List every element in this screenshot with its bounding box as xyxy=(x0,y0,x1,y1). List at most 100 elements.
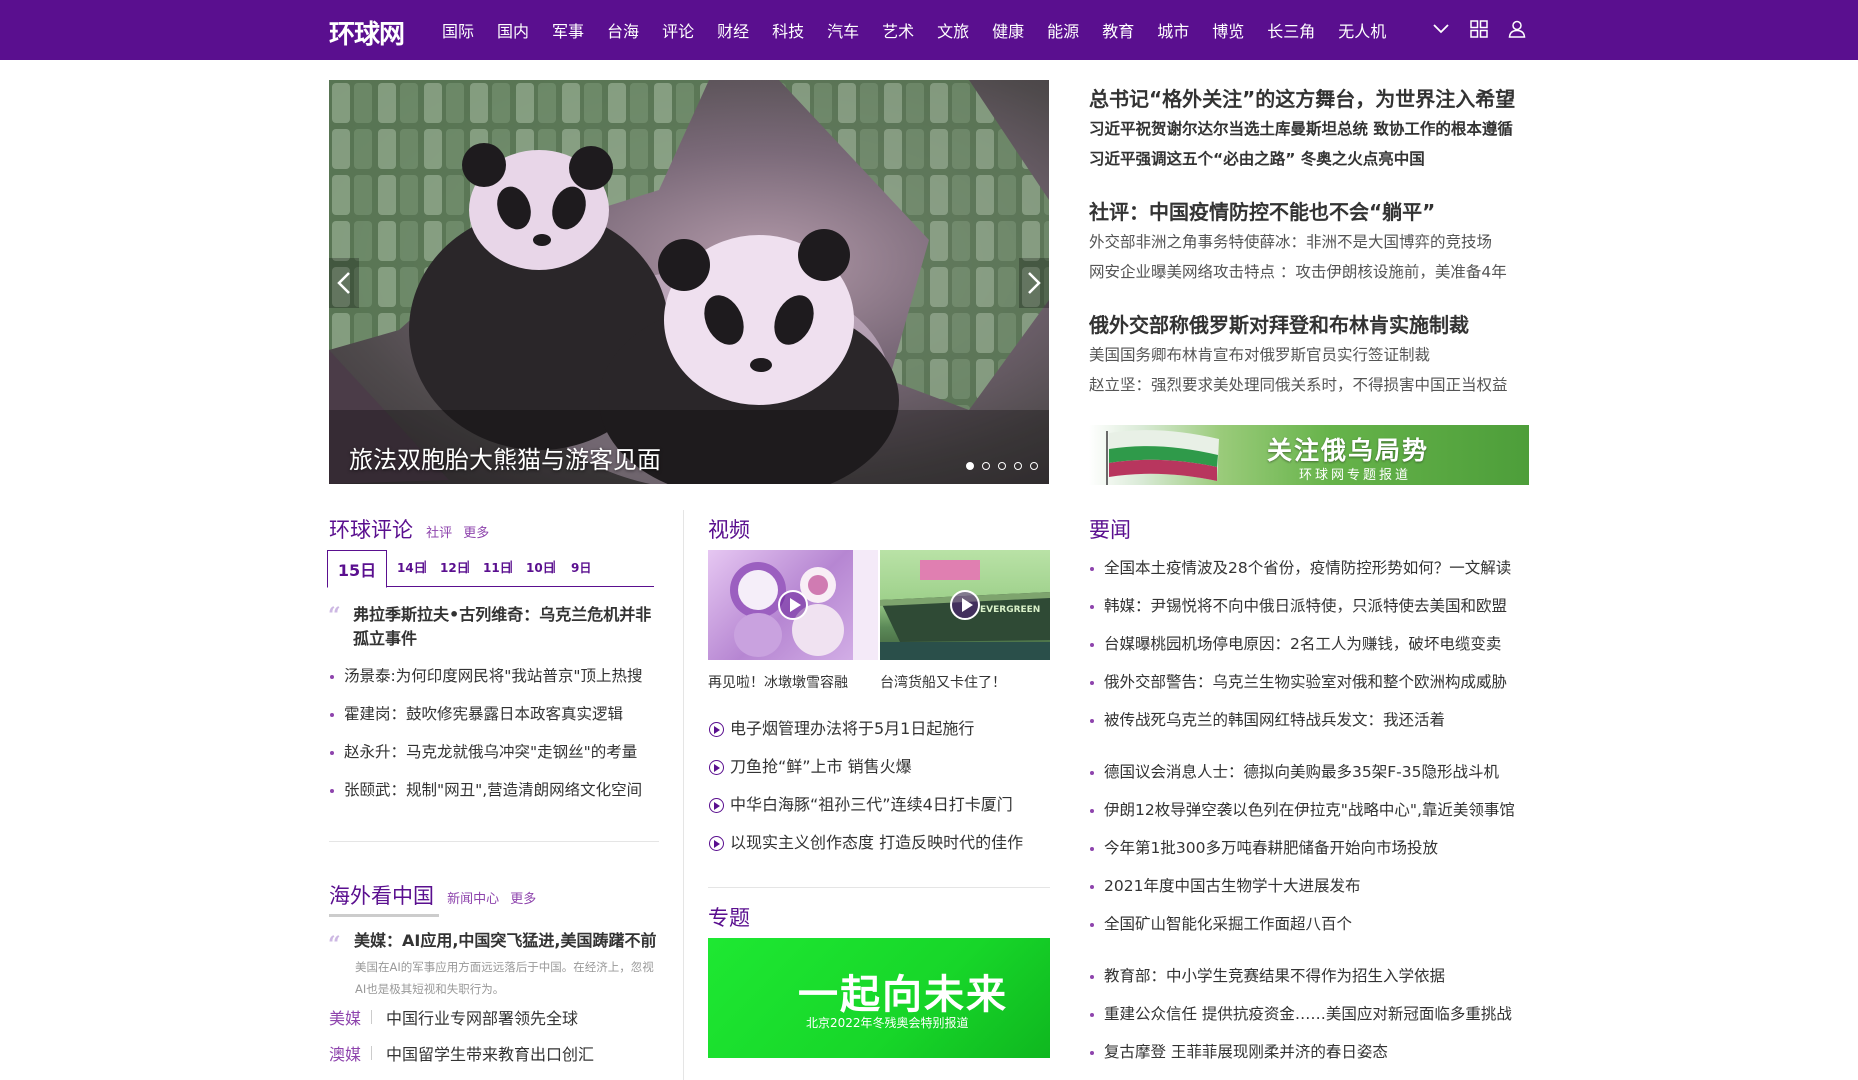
carousel-dot[interactable] xyxy=(982,462,990,470)
date-tab[interactable]: 14日 xyxy=(397,559,426,576)
headline-sub[interactable]: 习近平祝贺谢尔达尔当选土库曼斯坦总统 致协工作的根本遵循 xyxy=(1089,114,1529,144)
headline-group: 社评：中国疫情防控不能也不会“躺平” 外交部非洲之角事务特使薛冰：非洲不是大国博… xyxy=(1089,197,1529,287)
overseas-featured[interactable]: 美媒：AI应用,中国突飞猛进,美国踌躇不前 xyxy=(354,929,664,953)
list-item[interactable]: 台媒曝桃园机场停电原因：2名工人为赚钱，破坏电缆变卖 xyxy=(1089,625,1511,663)
carousel-caption[interactable]: 旅法双胞胎大熊猫与游客见面 xyxy=(349,440,661,475)
video-thumb[interactable]: EVERGREEN xyxy=(880,550,1050,660)
list-item[interactable]: 汤景泰:为何印度网民将"我站普京"顶上热搜 xyxy=(329,657,642,695)
nav-item-art[interactable]: 艺术 xyxy=(882,18,914,42)
nav-item-travel[interactable]: 文旅 xyxy=(937,18,969,42)
special-title[interactable]: 专题 xyxy=(708,906,750,930)
video-thumb[interactable] xyxy=(708,550,878,660)
overseas-row[interactable]: 澳媒 中国留学生带来教育出口创汇 xyxy=(329,1042,594,1064)
video-item-text: 刀鱼抢“鲜”上市 销售火爆 xyxy=(730,757,912,776)
nav-item-drone[interactable]: 无人机 xyxy=(1338,18,1386,42)
top-nav-bar: 环球网 国际 国内 军事 台海 评论 财经 科技 汽车 艺术 文旅 健康 能源 … xyxy=(0,0,1858,60)
headline-main[interactable]: 俄外交部称俄罗斯对拜登和布林肯实施制裁 xyxy=(1089,310,1529,340)
list-item[interactable]: 全国本土疫情波及28个省份，疫情防控形势如何？一文解读 xyxy=(1089,549,1511,587)
nav-item-energy[interactable]: 能源 xyxy=(1047,18,1079,42)
overseas-title[interactable]: 海外看中国 xyxy=(329,884,434,908)
list-item[interactable]: 复古摩登 王菲菲展现刚柔并济的春日姿态 xyxy=(1089,1033,1512,1071)
list-item[interactable]: 2021年度中国古生物学十大进展发布 xyxy=(1089,867,1515,905)
chevron-down-icon[interactable] xyxy=(1430,18,1452,40)
headline-sub[interactable]: 网安企业曝美网络攻击特点 ：攻击伊朗核设施前，美准备4年 xyxy=(1089,257,1529,287)
date-separator: | xyxy=(466,559,471,573)
video-list-item[interactable]: 以现实主义创作态度 打造反映时代的佳作 xyxy=(708,824,1023,862)
headline-sub[interactable]: 外交部非洲之角事务特使薛冰：非洲不是大国博弈的竞技场 xyxy=(1089,227,1529,257)
hero-carousel[interactable]: 旅法双胞胎大熊猫与游客见面 xyxy=(329,80,1049,484)
grid-icon[interactable] xyxy=(1468,18,1490,40)
carousel-dot[interactable] xyxy=(966,462,974,470)
nav-item-taiwan[interactable]: 台海 xyxy=(607,18,639,42)
headline-sub[interactable]: 美国国务卿布林肯宣布对俄罗斯官员实行签证制裁 xyxy=(1089,340,1529,370)
list-item[interactable]: 赵永升：马克龙就俄乌冲突"走钢丝"的考量 xyxy=(329,733,642,771)
headline-group: 俄外交部称俄罗斯对拜登和布林肯实施制裁 美国国务卿布林肯宣布对俄罗斯官员实行签证… xyxy=(1089,310,1529,400)
list-item[interactable]: 俄外交部警告：乌克兰生物实验室对俄和整个欧洲构成威胁 xyxy=(1089,663,1511,701)
video-list-item[interactable]: 刀鱼抢“鲜”上市 销售火爆 xyxy=(708,748,1023,786)
russia-ukraine-banner[interactable]: 关注俄乌局势 环球网专题报道 xyxy=(1089,425,1529,485)
headline-main[interactable]: 总书记“格外关注”的这方舞台，为世界注入希望 xyxy=(1089,84,1529,114)
top-headlines: 总书记“格外关注”的这方舞台，为世界注入希望 习近平祝贺谢尔达尔当选土库曼斯坦总… xyxy=(1089,84,1529,423)
nav-item-expo[interactable]: 博览 xyxy=(1212,18,1244,42)
headline-sub[interactable]: 习近平强调这五个“必由之路” 冬奥之火点亮中国 xyxy=(1089,144,1529,174)
list-item[interactable]: 重建公众信任 提供抗疫资金……美国应对新冠面临多重挑战 xyxy=(1089,995,1512,1033)
commentary-title[interactable]: 环球评论 xyxy=(329,518,413,542)
list-item[interactable]: 张颐武：规制"网丑",营造清朗网络文化空间 xyxy=(329,771,642,809)
date-separator: | xyxy=(509,559,514,573)
date-tab[interactable]: 10日 xyxy=(526,559,555,576)
nav-item-education[interactable]: 教育 xyxy=(1102,18,1134,42)
commentary-link-more[interactable]: 更多 xyxy=(463,526,489,541)
nav-item-opinion[interactable]: 评论 xyxy=(662,18,694,42)
list-item[interactable]: 全国矿山智能化采掘工作面超八百个 xyxy=(1089,905,1515,943)
list-item[interactable]: 韩媒：尹锡悦将不向中俄日派特使，只派特使去美国和欧盟 xyxy=(1089,587,1511,625)
nav-item-city[interactable]: 城市 xyxy=(1157,18,1189,42)
carousel-dot[interactable] xyxy=(998,462,1006,470)
carousel-next-button[interactable] xyxy=(1019,258,1049,308)
paralympics-banner[interactable]: 一起向未来 北京2022年冬残奥会特别报道 xyxy=(708,938,1050,1058)
overseas-link-more[interactable]: 更多 xyxy=(510,892,536,907)
video-caption[interactable]: 台湾货船又卡住了！ xyxy=(880,672,1006,692)
list-item[interactable]: 德国议会消息人士：德拟向美购最多35架F-35隐形战斗机 xyxy=(1089,753,1515,791)
video-list-item[interactable]: 电子烟管理办法将于5月1日起施行 xyxy=(708,710,1023,748)
play-icon xyxy=(778,590,808,620)
media-label: 澳媒 xyxy=(329,1045,362,1064)
video-title[interactable]: 视频 xyxy=(708,518,750,542)
nav-item-auto[interactable]: 汽车 xyxy=(827,18,859,42)
nav-item-finance[interactable]: 财经 xyxy=(717,18,749,42)
date-tab[interactable]: 11日 xyxy=(483,559,512,576)
commentary-featured[interactable]: 弗拉季斯拉夫•古列维奇：乌克兰危机并非孤立事件 xyxy=(353,603,658,651)
news-list: 德国议会消息人士：德拟向美购最多35架F-35隐形战斗机 伊朗12枚导弹空袭以色… xyxy=(1089,753,1515,943)
carousel-dot[interactable] xyxy=(1030,462,1038,470)
list-item[interactable]: 霍建岗：鼓吹修宪暴露日本政客真实逻辑 xyxy=(329,695,642,733)
site-logo[interactable]: 环球网 xyxy=(329,14,405,51)
date-tab[interactable]: 12日 xyxy=(440,559,469,576)
headline-main[interactable]: 社评：中国疫情防控不能也不会“躺平” xyxy=(1089,197,1529,227)
nav-item-domestic[interactable]: 国内 xyxy=(497,18,529,42)
carousel-prev-button[interactable] xyxy=(329,258,359,308)
commentary-section-header: 环球评论 社评 更多 xyxy=(329,514,659,544)
commentary-link-editorial[interactable]: 社评 xyxy=(426,526,452,541)
overseas-row[interactable]: 美媒 中国行业专网部署领先全球 xyxy=(329,1006,578,1028)
news-title[interactable]: 要闻 xyxy=(1089,518,1131,542)
nav-item-tech[interactable]: 科技 xyxy=(772,18,804,42)
nav-item-health[interactable]: 健康 xyxy=(992,18,1024,42)
separator xyxy=(371,1046,372,1060)
video-caption[interactable]: 再见啦！冰墩墩雪容融 xyxy=(708,672,848,692)
carousel-dot[interactable] xyxy=(1014,462,1022,470)
list-item[interactable]: 伊朗12枚导弹空袭以色列在伊拉克"战略中心",靠近美领事馆 xyxy=(1089,791,1515,829)
list-item[interactable]: 今年第1批300多万吨春耕肥储备开始向市场投放 xyxy=(1089,829,1515,867)
video-item-text: 以现实主义创作态度 打造反映时代的佳作 xyxy=(730,833,1024,852)
date-tab[interactable]: 9日 xyxy=(571,559,591,576)
headline-sub[interactable]: 赵立坚：强烈要求美处理同俄关系时，不得损害中国正当权益 xyxy=(1089,370,1529,400)
list-item[interactable]: 被传战死乌克兰的韩国网红特战兵发文：我还活着 xyxy=(1089,701,1511,739)
nav-item-international[interactable]: 国际 xyxy=(442,18,474,42)
nav-item-yangtze-delta[interactable]: 长三角 xyxy=(1267,18,1315,42)
overseas-link-newscenter[interactable]: 新闻中心 xyxy=(447,892,499,907)
nav-item-military[interactable]: 军事 xyxy=(552,18,584,42)
date-tabs: 15日 14日 | 12日 | 11日 | 10日 | 9日 xyxy=(327,550,654,588)
video-list-item[interactable]: 中华白海豚“祖孙三代”连续4日打卡厦门 xyxy=(708,786,1023,824)
list-item[interactable]: 教育部：中小学生竞赛结果不得作为招生入学依据 xyxy=(1089,957,1512,995)
commentary-list: 汤景泰:为何印度网民将"我站普京"顶上热搜 霍建岗：鼓吹修宪暴露日本政客真实逻辑… xyxy=(329,657,642,809)
date-tab[interactable]: 15日 xyxy=(327,550,387,588)
user-icon[interactable] xyxy=(1506,18,1528,40)
